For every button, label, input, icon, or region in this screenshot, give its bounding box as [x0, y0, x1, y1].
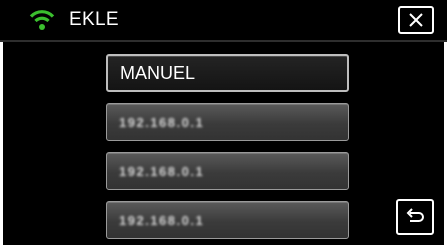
screen: EKLE MANUEL 192.168.0.1 192.168.0.1 192.… — [0, 0, 447, 245]
ip-address-label: 192.168.0.1 — [119, 163, 205, 179]
manual-button[interactable]: MANUEL — [106, 54, 349, 92]
back-button[interactable] — [396, 199, 434, 235]
title-bar: EKLE — [0, 0, 447, 40]
ip-address-item[interactable]: 192.168.0.1 — [106, 201, 349, 239]
page-title: EKLE — [69, 9, 119, 30]
manual-label: MANUEL — [120, 62, 196, 83]
wifi-icon — [29, 10, 55, 30]
return-icon — [406, 208, 424, 222]
close-button[interactable] — [398, 6, 434, 34]
ip-address-item[interactable]: 192.168.0.1 — [106, 152, 349, 190]
ip-address-label: 192.168.0.1 — [119, 212, 205, 228]
close-icon — [409, 13, 423, 27]
ip-address-label: 192.168.0.1 — [119, 114, 205, 130]
ip-address-item[interactable]: 192.168.0.1 — [106, 103, 349, 141]
